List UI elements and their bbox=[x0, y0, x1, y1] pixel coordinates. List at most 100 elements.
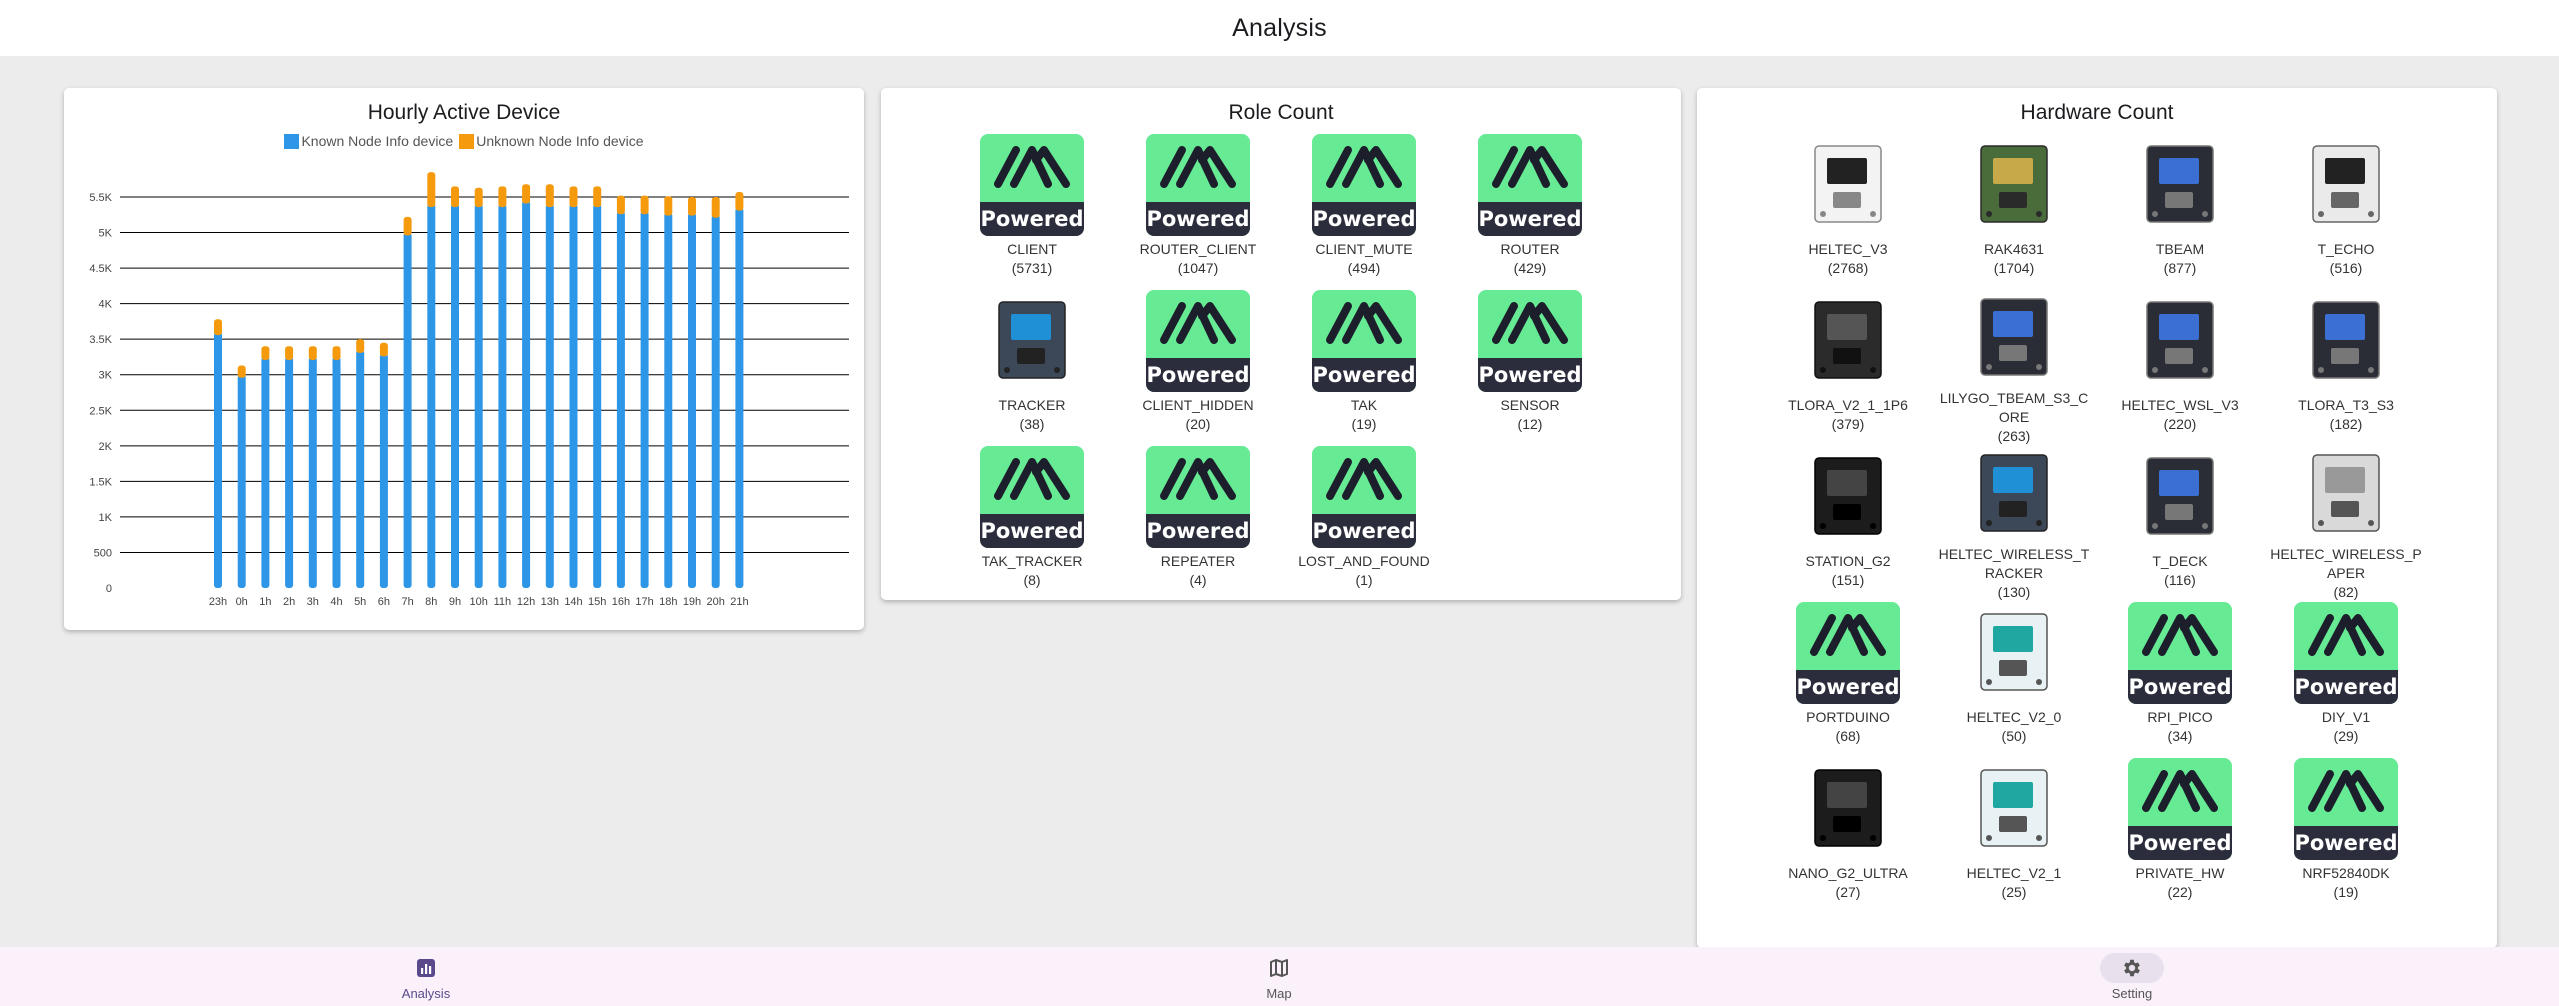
count-tile[interactable]: Powered CLIENT_MUTE (494) bbox=[1281, 134, 1447, 290]
y-tick-label: 4K bbox=[99, 299, 113, 311]
count-tile[interactable]: NANO_G2_ULTRA (27) bbox=[1765, 758, 1931, 914]
nav-indicator bbox=[2100, 952, 2164, 983]
count-tile[interactable]: TLORA_T3_S3 (182) bbox=[2263, 290, 2429, 446]
powered-logo-icon: Powered bbox=[2128, 602, 2232, 704]
bar-known[interactable] bbox=[569, 204, 578, 588]
bar-unknown[interactable] bbox=[356, 339, 365, 353]
bar-known[interactable] bbox=[593, 204, 602, 588]
bar-known[interactable] bbox=[711, 214, 720, 588]
bar-unknown[interactable] bbox=[474, 187, 483, 208]
bar-unknown[interactable] bbox=[498, 186, 507, 208]
device-board-icon bbox=[1969, 608, 2059, 698]
count-tile[interactable]: Powered PORTDUINO (68) bbox=[1765, 602, 1931, 758]
bar-unknown[interactable] bbox=[664, 196, 673, 216]
nav-item-map[interactable]: Map bbox=[1219, 947, 1339, 1006]
count-tile[interactable]: RAK4631 (1704) bbox=[1931, 134, 2097, 290]
tile-icon: Powered bbox=[1478, 290, 1582, 392]
count-tile[interactable]: Powered RPI_PICO (34) bbox=[2097, 602, 2263, 758]
count-tile[interactable]: LILYGO_TBEAM_S3_CORE (263) bbox=[1931, 290, 2097, 446]
powered-logo-icon: Powered bbox=[1796, 602, 1900, 704]
bar-known[interactable] bbox=[285, 356, 294, 588]
count-tile[interactable]: Powered LOST_AND_FOUND (1) bbox=[1281, 446, 1447, 600]
x-tick-label: 1h bbox=[259, 596, 271, 608]
bar-unknown[interactable] bbox=[237, 365, 246, 378]
count-tile[interactable]: TBEAM (877) bbox=[2097, 134, 2263, 290]
bar-known[interactable] bbox=[664, 212, 673, 588]
bar-unknown[interactable] bbox=[545, 184, 554, 208]
bar-known[interactable] bbox=[474, 204, 483, 588]
y-tick-label: 5.5K bbox=[89, 192, 112, 204]
bar-unknown[interactable] bbox=[688, 197, 696, 216]
count-tile[interactable]: Powered TAK (19) bbox=[1281, 290, 1447, 446]
bar-unknown[interactable] bbox=[261, 346, 270, 360]
bar-known[interactable] bbox=[498, 204, 507, 588]
bar-unknown[interactable] bbox=[214, 319, 222, 336]
bar-known[interactable] bbox=[403, 232, 412, 588]
bar-known[interactable] bbox=[640, 211, 649, 588]
count-tile[interactable]: HELTEC_WIRELESS_TRACKER (130) bbox=[1931, 446, 2097, 602]
bar-known[interactable] bbox=[616, 211, 625, 588]
x-tick-label: 16h bbox=[612, 596, 630, 608]
powered-logo-icon: Powered bbox=[1478, 134, 1582, 236]
device-board-icon bbox=[1969, 140, 2059, 230]
bar-unknown[interactable] bbox=[285, 346, 294, 360]
bar-known[interactable] bbox=[735, 207, 744, 588]
bar-unknown[interactable] bbox=[640, 195, 649, 215]
bar-known[interactable] bbox=[237, 374, 246, 588]
bar-unknown[interactable] bbox=[616, 195, 625, 215]
bar-known[interactable] bbox=[545, 204, 554, 588]
bar-unknown[interactable] bbox=[522, 184, 531, 204]
count-tile[interactable]: HELTEC_V3 (2768) bbox=[1765, 134, 1931, 290]
count-tile[interactable]: HELTEC_V2_1 (25) bbox=[1931, 758, 2097, 914]
page-title: Analysis bbox=[1232, 13, 1327, 42]
bar-unknown[interactable] bbox=[569, 186, 578, 208]
x-tick-label: 14h bbox=[564, 596, 582, 608]
tile-label: SENSOR bbox=[1500, 397, 1560, 413]
count-tile[interactable]: T_ECHO (516) bbox=[2263, 134, 2429, 290]
count-tile[interactable]: Powered DIY_V1 (29) bbox=[2263, 602, 2429, 758]
bar-known[interactable] bbox=[356, 349, 365, 588]
count-tile[interactable]: Powered TAK_TRACKER (8) bbox=[949, 446, 1115, 600]
count-tile[interactable]: Powered CLIENT (5731) bbox=[949, 134, 1115, 290]
tile-label: ROUTER bbox=[1500, 241, 1560, 257]
count-tile[interactable]: STATION_G2 (151) bbox=[1765, 446, 1931, 602]
bar-known[interactable] bbox=[214, 332, 222, 588]
bar-known[interactable] bbox=[332, 356, 341, 588]
bar-known[interactable] bbox=[522, 200, 531, 588]
nav-item-setting[interactable]: Setting bbox=[2072, 947, 2192, 1006]
bar-unknown[interactable] bbox=[451, 186, 459, 208]
count-tile[interactable]: Powered SENSOR (12) bbox=[1447, 290, 1613, 446]
bar-known[interactable] bbox=[427, 204, 436, 588]
bar-known[interactable] bbox=[451, 204, 459, 588]
count-tile[interactable]: Powered REPEATER (4) bbox=[1115, 446, 1281, 600]
tile-icon: Powered bbox=[1796, 602, 1900, 704]
nav-item-analysis[interactable]: Analysis bbox=[366, 947, 486, 1006]
count-tile[interactable]: HELTEC_WSL_V3 (220) bbox=[2097, 290, 2263, 446]
count-tile[interactable]: T_DECK (116) bbox=[2097, 446, 2263, 602]
card-title: Hardware Count bbox=[2020, 101, 2174, 124]
bar-known[interactable] bbox=[308, 356, 317, 588]
x-tick-label: 10h bbox=[470, 596, 488, 608]
count-tile[interactable]: Powered ROUTER (429) bbox=[1447, 134, 1613, 290]
device-board-icon bbox=[2301, 140, 2391, 230]
count-tile[interactable]: Powered PRIVATE_HW (22) bbox=[2097, 758, 2263, 914]
bar-unknown[interactable] bbox=[735, 192, 744, 211]
bar-known[interactable] bbox=[261, 356, 270, 588]
bar-unknown[interactable] bbox=[593, 186, 602, 208]
count-tile[interactable]: TLORA_V2_1_1P6 (379) bbox=[1765, 290, 1931, 446]
count-tile[interactable]: Powered ROUTER_CLIENT (1047) bbox=[1115, 134, 1281, 290]
bar-unknown[interactable] bbox=[308, 346, 317, 360]
count-tile[interactable]: Powered NRF52840DK (19) bbox=[2263, 758, 2429, 914]
bar-unknown[interactable] bbox=[332, 346, 341, 360]
bar-unknown[interactable] bbox=[403, 216, 412, 236]
count-tile[interactable]: HELTEC_V2_0 (50) bbox=[1931, 602, 2097, 758]
count-tile[interactable]: TRACKER (38) bbox=[949, 290, 1115, 446]
count-tile[interactable]: Powered CLIENT_HIDDEN (20) bbox=[1115, 290, 1281, 446]
bar-known[interactable] bbox=[379, 353, 388, 588]
bar-unknown[interactable] bbox=[379, 342, 388, 357]
bar-unknown[interactable] bbox=[711, 197, 720, 218]
count-tile[interactable]: HELTEC_WIRELESS_PAPER (82) bbox=[2263, 446, 2429, 602]
bar-known[interactable] bbox=[688, 212, 696, 588]
bar-unknown[interactable] bbox=[427, 172, 436, 208]
tile-count: (19) bbox=[2333, 884, 2359, 900]
